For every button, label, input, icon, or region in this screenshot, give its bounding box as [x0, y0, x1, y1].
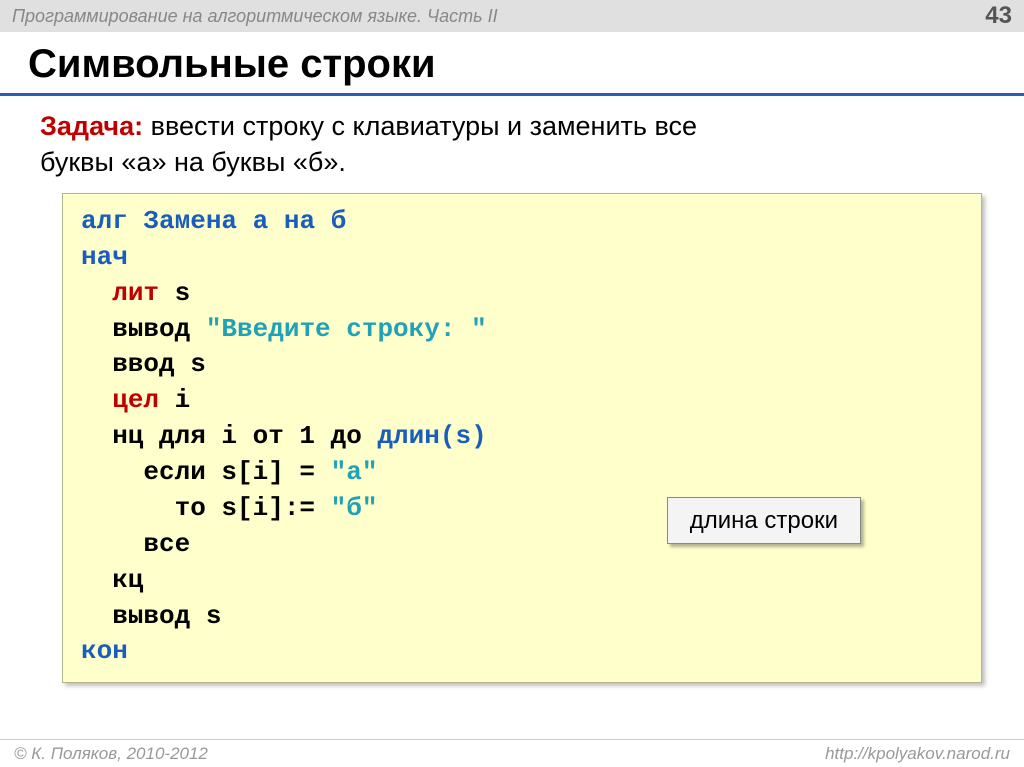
code-line-11: кц [81, 563, 963, 599]
code-line-3: лит s [81, 276, 963, 312]
string-literal-b: "б" [331, 493, 378, 523]
kw-lit: лит [112, 278, 159, 308]
code-line-7: нц для i от 1 до длин(s) [81, 419, 963, 455]
footer: © К. Поляков, 2010-2012 http://kpolyakov… [0, 739, 1024, 767]
code-line-12: вывод s [81, 599, 963, 635]
code-line-2: нач [81, 240, 963, 276]
kw-int: цел [112, 385, 159, 415]
breadcrumb: Программирование на алгоритмическом язык… [12, 6, 498, 27]
code-block: алг Замена а на б нач лит s вывод "Введи… [62, 193, 982, 683]
code-line-8: если s[i] = "а" [81, 455, 963, 491]
kw-alg: алг [81, 206, 128, 236]
code-line-6: цел i [81, 383, 963, 419]
code-line-4: вывод "Введите строку: " [81, 312, 963, 348]
footer-url: http://kpolyakov.narod.ru [825, 744, 1010, 764]
code-line-13: кон [81, 634, 963, 670]
page-number: 43 [985, 2, 1012, 30]
code-line-1: алг Замена а на б [81, 204, 963, 240]
title-divider [0, 93, 1024, 96]
loop-prefix: нц для i от 1 до [81, 421, 377, 451]
topbar: Программирование на алгоритмическом язык… [0, 0, 1024, 32]
var-i: i [159, 385, 190, 415]
task-label: Задача: [40, 111, 143, 141]
callout-length: длина строки [667, 497, 861, 544]
if-prefix: если s[i] = [81, 457, 331, 487]
code-line-5: ввод s [81, 347, 963, 383]
then-prefix: то s[i]:= [81, 493, 331, 523]
page-title: Символьные строки [0, 32, 1024, 93]
task-text-line2: буквы «а» на буквы «б». [40, 147, 346, 177]
fn-dlin: длин(s) [377, 421, 486, 451]
var-s: s [159, 278, 190, 308]
copyright: © К. Поляков, 2010-2012 [14, 744, 208, 764]
alg-name: Замена а на б [128, 206, 346, 236]
string-literal-prompt: "Введите строку: " [206, 314, 487, 344]
stmt-output-prefix: вывод [81, 314, 206, 344]
string-literal-a: "а" [331, 457, 378, 487]
slide: Программирование на алгоритмическом язык… [0, 0, 1024, 767]
task-text-line1: ввести строку с клавиатуры и заменить вс… [143, 111, 697, 141]
task-statement: Задача: ввести строку с клавиатуры и зам… [0, 108, 1024, 193]
